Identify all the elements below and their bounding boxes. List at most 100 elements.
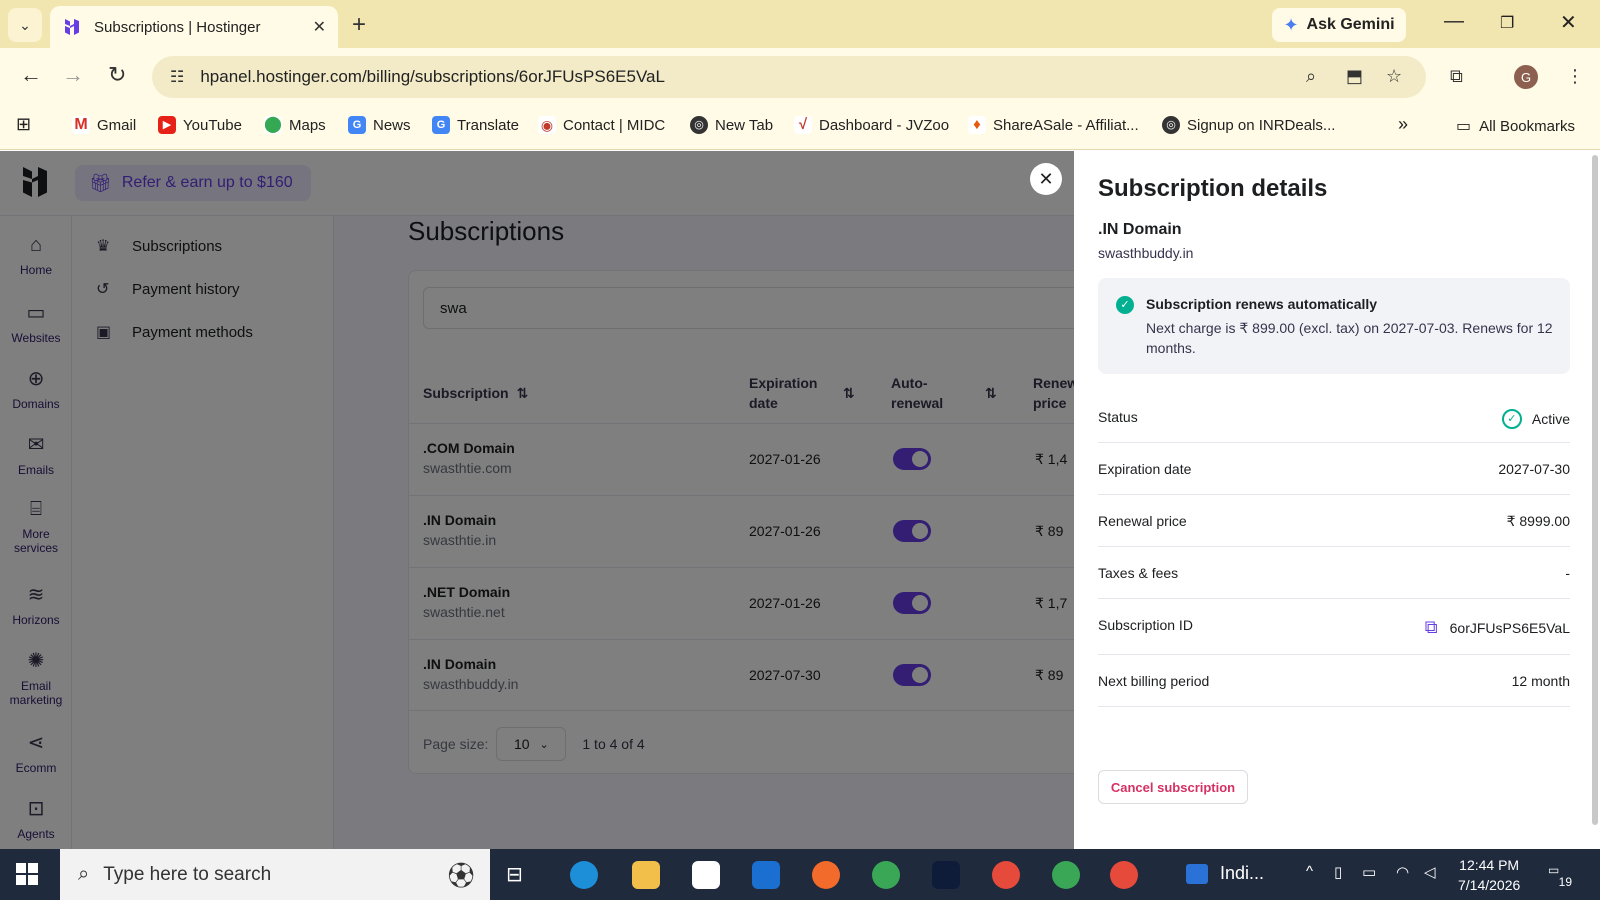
bookmark-news[interactable]: G News: [348, 116, 411, 134]
site-info-icon[interactable]: ☷: [170, 67, 184, 87]
firefox-icon[interactable]: [812, 861, 840, 889]
detail-row-renewal-price: Renewal price ₹ 8999.00: [1098, 495, 1570, 547]
all-bookmarks[interactable]: ▭ All Bookmarks: [1456, 116, 1575, 136]
apps-grid-icon[interactable]: ⊞: [16, 114, 31, 135]
gemini-sparkle-icon: ✦: [1283, 14, 1299, 35]
tray-chevron-icon[interactable]: ^: [1306, 863, 1313, 880]
detail-row-billing-period: Next billing period 12 month: [1098, 655, 1570, 707]
windows-start-icon[interactable]: [16, 863, 38, 885]
folder-icon: ▭: [1456, 118, 1472, 135]
notice-title: Subscription renews automatically: [1146, 296, 1378, 312]
drawer-scrollbar[interactable]: [1590, 151, 1600, 849]
window-close-icon[interactable]: ✕: [1560, 10, 1577, 35]
subscription-details-drawer: Subscription details .IN Domain swasthbu…: [1074, 151, 1600, 849]
chrome-icon[interactable]: [992, 861, 1020, 889]
browser-tab-bar: ⌄ Subscriptions | Hostinger ✕ + ✦ Ask Ge…: [0, 0, 1600, 48]
url-text[interactable]: hpanel.hostinger.com/billing/subscriptio…: [200, 67, 665, 87]
bookmark-youtube[interactable]: ▶ YouTube: [158, 116, 242, 134]
screen: ⌄ Subscriptions | Hostinger ✕ + ✦ Ask Ge…: [0, 0, 1600, 900]
chrome-icon: ◎: [690, 116, 708, 134]
task-view-icon[interactable]: ⊟: [506, 862, 534, 890]
battery-icon[interactable]: ▭: [1362, 863, 1376, 881]
product-domain: swasthbuddy.in: [1098, 245, 1194, 261]
midc-icon: ◉: [538, 116, 556, 134]
hostinger-favicon-icon: [65, 19, 79, 35]
cancel-subscription-button[interactable]: Cancel subscription: [1098, 770, 1248, 804]
outlook-icon[interactable]: [752, 861, 780, 889]
modal-overlay[interactable]: [0, 151, 1074, 849]
close-icon: ✕: [1038, 168, 1054, 189]
back-icon[interactable]: ←: [20, 62, 42, 88]
tab-search-chevron-icon[interactable]: ⌄: [8, 8, 42, 42]
chrome-profile-p-icon[interactable]: [1052, 861, 1080, 889]
jvzoo-icon: √: [794, 116, 812, 134]
tab-title: Subscriptions | Hostinger: [94, 18, 261, 36]
bookmark-midc[interactable]: ◉ Contact | MIDC: [538, 116, 665, 134]
meet-icon[interactable]: ▯: [1334, 863, 1342, 881]
gmail-icon: M: [72, 116, 90, 134]
notifications-icon[interactable]: 19 ▭: [1548, 863, 1572, 889]
maps-pin-icon: ⬤: [264, 116, 282, 134]
wifi-icon[interactable]: ◠: [1396, 863, 1409, 881]
globe-icon: ◎: [1162, 116, 1180, 134]
close-tab-icon[interactable]: ✕: [313, 17, 326, 37]
auto-renew-notice: ✓ Subscription renews automatically Next…: [1098, 278, 1570, 374]
status-badge: Active: [1531, 411, 1570, 427]
soccer-ball-icon: ⚽︎: [447, 861, 474, 891]
menu-kebab-icon[interactable]: ⋮: [1566, 66, 1584, 87]
detail-row-status: Status ✓ Active: [1098, 391, 1570, 443]
bookmark-shareasale[interactable]: ♦ ShareASale - Affiliat...: [968, 116, 1139, 134]
copy-icon[interactable]: ⧉: [1425, 617, 1438, 638]
scrollbar-thumb[interactable]: [1592, 155, 1598, 825]
news-icon: G: [348, 116, 366, 134]
chrome-profile-icon[interactable]: [872, 861, 900, 889]
app-a-icon[interactable]: [932, 861, 960, 889]
bookmarks-bar: ⊞ M Gmail ▶ YouTube ⬤ Maps G News G Translate…: [0, 104, 1600, 150]
bookmark-gmail[interactable]: M Gmail: [72, 116, 136, 134]
browser-tab-active[interactable]: Subscriptions | Hostinger ✕: [50, 6, 338, 48]
hpanel-app: 🎁︎ Refer & earn up to $160 ⌂Home ▭Websit…: [0, 151, 1600, 849]
bookmark-inrdeals[interactable]: ◎ Signup on INRDeals...: [1162, 116, 1335, 134]
more-bookmarks-icon[interactable]: »: [1398, 114, 1408, 135]
taskbar-search-placeholder: Type here to search: [103, 863, 272, 885]
detail-row-expiration: Expiration date 2027-07-30: [1098, 443, 1570, 495]
close-drawer-button[interactable]: ✕: [1030, 163, 1062, 195]
omnibox[interactable]: ☷ hpanel.hostinger.com/billing/subscript…: [152, 56, 1426, 98]
profile-avatar[interactable]: G: [1514, 65, 1538, 89]
product-name: .IN Domain: [1098, 221, 1182, 238]
shareasale-icon: ♦: [968, 116, 986, 134]
search-icon: ⌕: [78, 863, 90, 885]
youtube-icon: ▶: [158, 116, 176, 134]
ask-gemini-label: Ask Gemini: [1306, 16, 1395, 33]
extensions-icon[interactable]: ⧉: [1450, 66, 1463, 87]
ask-gemini-button[interactable]: ✦ Ask Gemini: [1272, 8, 1406, 42]
microsoft-store-icon[interactable]: [692, 861, 720, 889]
bookmark-jvzoo[interactable]: √ Dashboard - JVZoo: [794, 116, 949, 134]
bookmark-translate[interactable]: G Translate: [432, 116, 519, 134]
bookmark-star-icon[interactable]: ☆: [1386, 66, 1402, 87]
restore-icon[interactable]: ❐: [1500, 13, 1514, 33]
bookmark-new-tab[interactable]: ◎ New Tab: [690, 116, 773, 134]
forward-icon[interactable]: →: [62, 62, 84, 88]
bookmark-maps[interactable]: ⬤ Maps: [264, 116, 326, 134]
detail-row-taxes: Taxes & fees -: [1098, 547, 1570, 599]
chrome-profile-g-icon[interactable]: [1110, 861, 1138, 889]
reload-icon[interactable]: ↻: [108, 62, 126, 88]
notice-text: Next charge is ₹ 899.00 (excl. tax) on 2…: [1146, 320, 1553, 356]
install-app-icon[interactable]: ⬒: [1346, 66, 1363, 87]
edge-icon[interactable]: [570, 861, 598, 889]
drawer-title: Subscription details: [1098, 175, 1328, 202]
file-explorer-icon[interactable]: [632, 861, 660, 889]
volume-icon[interactable]: ◁: [1424, 863, 1436, 881]
translate-icon: G: [432, 116, 450, 134]
check-circle-icon: ✓: [1116, 296, 1134, 314]
taskbar-clock[interactable]: 12:44 PM 7/14/2026: [1458, 855, 1520, 895]
widget-icon: [1186, 863, 1208, 884]
active-check-icon: ✓: [1501, 409, 1522, 429]
new-tab-icon[interactable]: +: [352, 10, 366, 40]
taskbar-widget[interactable]: Indi...: [1186, 863, 1264, 884]
address-bar-row: ← → ↻ ☷ hpanel.hostinger.com/billing/sub…: [0, 48, 1600, 104]
minimize-icon[interactable]: —: [1444, 10, 1464, 33]
taskbar-search-input[interactable]: ⌕ Type here to search ⚽︎: [60, 849, 490, 900]
zoom-icon[interactable]: ⌕: [1306, 66, 1316, 87]
